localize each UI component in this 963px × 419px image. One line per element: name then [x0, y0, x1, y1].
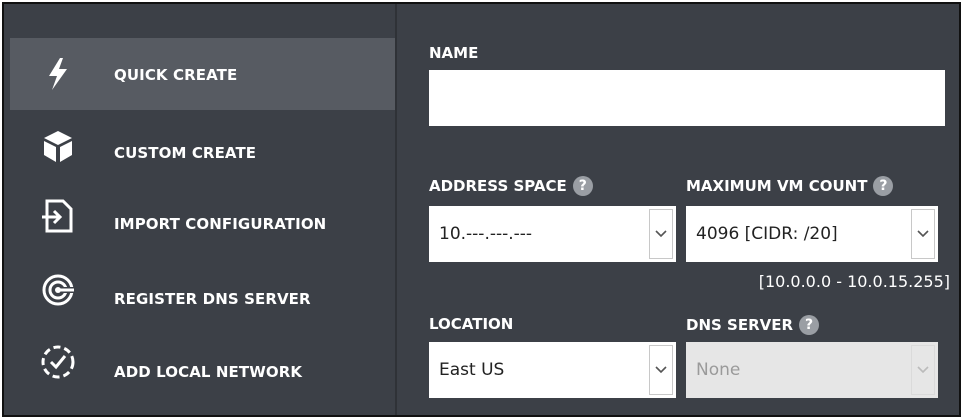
chevron-down-icon[interactable]	[649, 345, 673, 395]
dns-server-icon	[40, 272, 76, 308]
sidebar-item-import-configuration[interactable]: IMPORT CONFIGURATION	[10, 180, 395, 252]
chevron-down-icon	[911, 345, 935, 395]
sidebar-item-quick-create[interactable]: QUICK CREATE	[10, 38, 395, 110]
location-select[interactable]: East US	[429, 342, 676, 398]
dialog-frame: QUICK CREATE CUSTOM CREATE IMPORT CONFIG…	[2, 2, 961, 417]
sidebar-item-label: QUICK CREATE	[114, 66, 238, 84]
help-icon[interactable]: ?	[572, 176, 593, 196]
help-icon[interactable]: ?	[873, 176, 894, 196]
network-form: NAME ADDRESS SPACE ? 10.---.---.--- MAXI…	[399, 4, 959, 415]
dashed-circle-check-icon	[40, 344, 76, 380]
dns-server-select: None	[686, 342, 938, 398]
address-space-value: 10.---.---.---	[439, 224, 533, 244]
sidebar-item-custom-create[interactable]: CUSTOM CREATE	[10, 110, 395, 182]
sidebar-item-label: CUSTOM CREATE	[114, 144, 257, 162]
chevron-down-icon[interactable]	[911, 209, 935, 259]
location-value: East US	[439, 360, 505, 380]
max-vm-count-value: 4096 [CIDR: /20]	[696, 224, 838, 244]
sidebar-item-register-dns-server[interactable]: REGISTER DNS SERVER	[10, 254, 395, 326]
location-label: LOCATION	[429, 315, 514, 333]
sidebar-item-add-local-network[interactable]: ADD LOCAL NETWORK	[10, 326, 395, 398]
sidebar-item-label: REGISTER DNS SERVER	[114, 290, 311, 308]
address-space-label: ADDRESS SPACE ?	[429, 176, 593, 196]
ip-range-text: [10.0.0.0 - 10.0.15.255]	[758, 272, 950, 291]
sidebar: QUICK CREATE CUSTOM CREATE IMPORT CONFIG…	[4, 4, 397, 415]
address-space-select[interactable]: 10.---.---.---	[429, 206, 676, 262]
name-label: NAME	[429, 44, 479, 62]
sidebar-item-label: ADD LOCAL NETWORK	[114, 363, 303, 381]
box-icon	[40, 128, 76, 164]
max-vm-count-select[interactable]: 4096 [CIDR: /20]	[686, 206, 938, 262]
import-file-icon	[40, 198, 76, 234]
lightning-bolt-icon	[40, 56, 76, 92]
dns-server-value: None	[696, 360, 741, 380]
help-icon[interactable]: ?	[799, 315, 820, 335]
max-vm-count-label: MAXIMUM VM COUNT ?	[686, 176, 894, 196]
dns-server-label: DNS SERVER ?	[686, 315, 820, 335]
sidebar-item-label: IMPORT CONFIGURATION	[114, 215, 327, 233]
name-input[interactable]	[429, 70, 945, 126]
chevron-down-icon[interactable]	[649, 209, 673, 259]
